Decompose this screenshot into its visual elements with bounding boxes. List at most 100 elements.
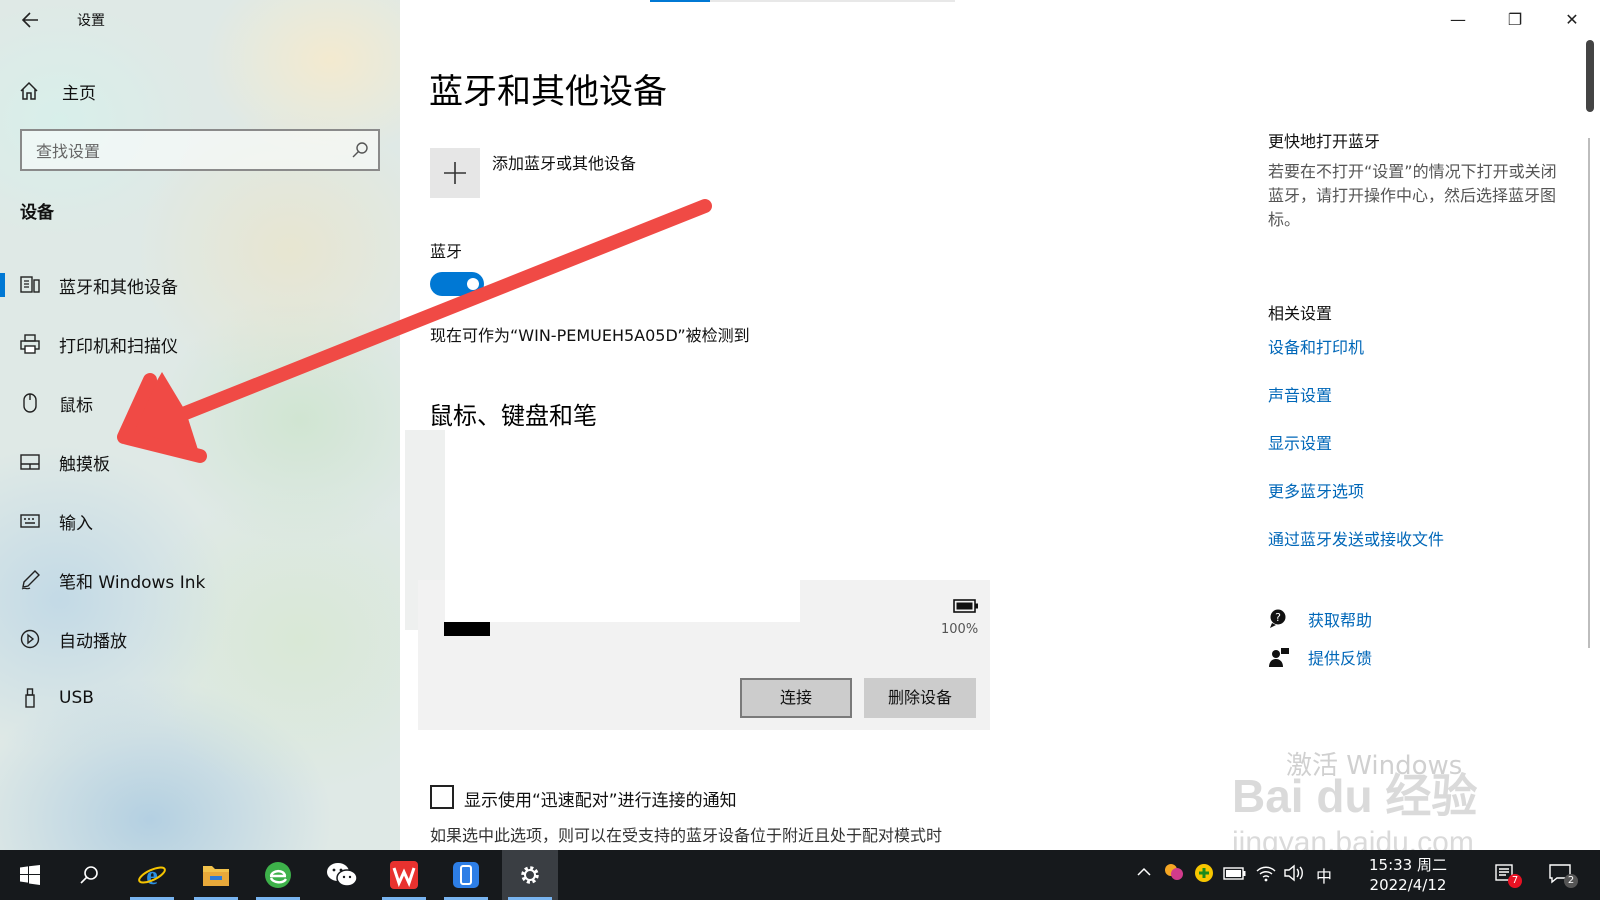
keyboard-icon — [19, 510, 41, 532]
sidebar-item-label: 自动播放 — [59, 631, 127, 652]
sidebar-item-usb[interactable]: USB — [0, 678, 400, 718]
tray-app-icon[interactable] — [1163, 862, 1185, 888]
sidebar-item-label: 蓝牙和其他设备 — [59, 277, 178, 298]
taskbar-clock[interactable]: 15:33 周二 2022/4/12 — [1358, 855, 1458, 895]
page-title: 蓝牙和其他设备 — [429, 72, 667, 112]
get-help-link[interactable]: ? 获取帮助 — [1268, 606, 1372, 632]
search-icon[interactable] — [350, 140, 370, 160]
clock-time: 15:33 周二 — [1369, 856, 1447, 874]
window-title: 设置 — [77, 13, 105, 29]
scrollbar-track[interactable] — [1588, 138, 1590, 648]
settings-sidebar: 设置 主页 查找设置 设备 蓝牙和其他设备 打印机和扫描仪 鼠标 触摸板 输入 … — [0, 0, 400, 850]
wifi-icon[interactable] — [1255, 862, 1277, 888]
add-device-button[interactable] — [430, 148, 480, 198]
swift-pair-checkbox[interactable] — [430, 785, 454, 809]
plus-icon — [444, 162, 466, 184]
discoverable-text: 现在可作为“WIN-PEMUEH5A05D”被检测到 — [430, 326, 750, 345]
feedback-person-icon — [1268, 646, 1290, 668]
battery-icon — [953, 598, 979, 614]
search-icon — [80, 866, 98, 884]
taskbar-settings-button[interactable] — [502, 850, 558, 900]
related-settings-heading: 相关设置 — [1268, 304, 1333, 323]
device-card-redaction — [445, 560, 800, 622]
sidebar-item-label: 输入 — [59, 513, 93, 534]
clock-date: 2022/4/12 — [1369, 876, 1447, 894]
sidebar-item-autoplay[interactable]: 自动播放 — [0, 619, 400, 659]
sidebar-item-label: 笔和 Windows Ink — [59, 572, 206, 593]
internet-explorer-icon: e — [138, 861, 166, 890]
section-mouse-keyboard-pen: 鼠标、键盘和笔 — [429, 402, 597, 430]
sidebar-item-typing[interactable]: 输入 — [0, 501, 400, 541]
back-arrow-icon[interactable] — [18, 8, 44, 32]
touchpad-icon — [19, 451, 41, 473]
battery-percent: 100% — [941, 622, 979, 637]
taskbar-browser-button[interactable] — [250, 850, 306, 900]
swift-pair-label[interactable]: 显示使用“迅速配对”进行连接的通知 — [464, 786, 737, 811]
toggle-knob — [467, 278, 479, 290]
taskbar-wechat-button[interactable] — [314, 850, 370, 900]
sidebar-item-touchpad[interactable]: 触摸板 — [0, 442, 400, 482]
link-sound-settings[interactable]: 声音设置 — [1268, 382, 1332, 406]
svg-text:?: ? — [1275, 611, 1281, 624]
taskbar-explorer-button[interactable] — [188, 850, 244, 900]
sidebar-item-label: USB — [59, 688, 94, 708]
green-browser-icon — [265, 862, 291, 888]
restore-button[interactable]: ❐ — [1487, 4, 1543, 36]
feedback-link[interactable]: 提供反馈 — [1268, 644, 1372, 670]
scrollbar-thumb[interactable] — [1586, 40, 1594, 112]
quick-bluetooth-text: 若要在不打开“设置”的情况下打开或关闭蓝牙，请打开操作中心，然后选择蓝牙图标。 — [1268, 162, 1557, 229]
connect-button[interactable]: 连接 — [740, 678, 852, 718]
top-tab-indicator — [650, 0, 710, 2]
help-chat-icon: ? — [1268, 608, 1290, 630]
sidebar-item-label: 鼠标 — [59, 395, 93, 416]
sidebar-home-label: 主页 — [62, 83, 96, 104]
svg-text:e: e — [146, 861, 158, 890]
bluetooth-toggle[interactable] — [430, 272, 484, 296]
taskbar-ie-button[interactable]: e — [124, 850, 180, 900]
chevron-up-icon[interactable] — [1136, 862, 1152, 886]
windows-logo-icon — [20, 865, 40, 885]
link-more-bluetooth-options[interactable]: 更多蓝牙选项 — [1268, 478, 1364, 502]
folder-icon — [203, 866, 229, 886]
sidebar-item-label: 触摸板 — [59, 454, 110, 475]
home-icon — [18, 80, 40, 102]
taskbar-wps-button[interactable] — [376, 850, 432, 900]
top-tab-track — [710, 0, 955, 2]
get-help-label: 获取帮助 — [1308, 611, 1373, 630]
sidebar-item-printers[interactable]: 打印机和扫描仪 — [0, 324, 400, 364]
sidebar-item-bluetooth[interactable]: 蓝牙和其他设备 — [0, 265, 400, 305]
wechat-icon — [327, 863, 358, 887]
add-device-label[interactable]: 添加蓝牙或其他设备 — [492, 150, 636, 174]
device-icon-redacted — [444, 622, 490, 636]
start-button[interactable] — [2, 850, 58, 900]
sidebar-item-mouse[interactable]: 鼠标 — [0, 383, 400, 423]
link-bluetooth-file-transfer[interactable]: 通过蓝牙发送或接收文件 — [1268, 526, 1444, 550]
autoplay-icon — [19, 628, 41, 650]
sidebar-item-pen[interactable]: 笔和 Windows Ink — [0, 560, 400, 600]
baidu-watermark: Bai du 经验 — [1232, 770, 1478, 822]
link-display-settings[interactable]: 显示设置 — [1268, 430, 1332, 454]
bluetooth-devices-icon — [19, 274, 41, 296]
link-devices-printers[interactable]: 设备和打印机 — [1268, 334, 1364, 358]
tray-360-icon[interactable] — [1193, 862, 1215, 888]
close-button[interactable]: ✕ — [1544, 4, 1600, 36]
feedback-label: 提供反馈 — [1308, 649, 1373, 668]
remove-device-button[interactable]: 删除设备 — [864, 678, 976, 718]
taskbar-search-button[interactable] — [62, 850, 118, 900]
volume-icon[interactable] — [1283, 862, 1305, 888]
sidebar-item-label: 打印机和扫描仪 — [59, 336, 178, 357]
taskbar-phone-app-button[interactable] — [438, 850, 494, 900]
mouse-icon — [19, 392, 41, 414]
quick-bluetooth-heading: 更快地打开蓝牙 — [1268, 132, 1381, 151]
printer-icon — [19, 333, 41, 355]
usb-icon — [19, 687, 41, 709]
battery-tray-icon[interactable] — [1223, 862, 1247, 888]
pen-icon — [19, 569, 41, 591]
gear-icon — [521, 866, 539, 884]
settings-search-input[interactable]: 查找设置 — [20, 129, 380, 171]
bluetooth-label: 蓝牙 — [430, 242, 463, 261]
sidebar-item-home[interactable]: 主页 — [18, 76, 96, 106]
wps-icon — [390, 861, 418, 889]
ime-indicator[interactable]: 中 — [1316, 863, 1332, 887]
minimize-button[interactable]: — — [1430, 4, 1486, 36]
